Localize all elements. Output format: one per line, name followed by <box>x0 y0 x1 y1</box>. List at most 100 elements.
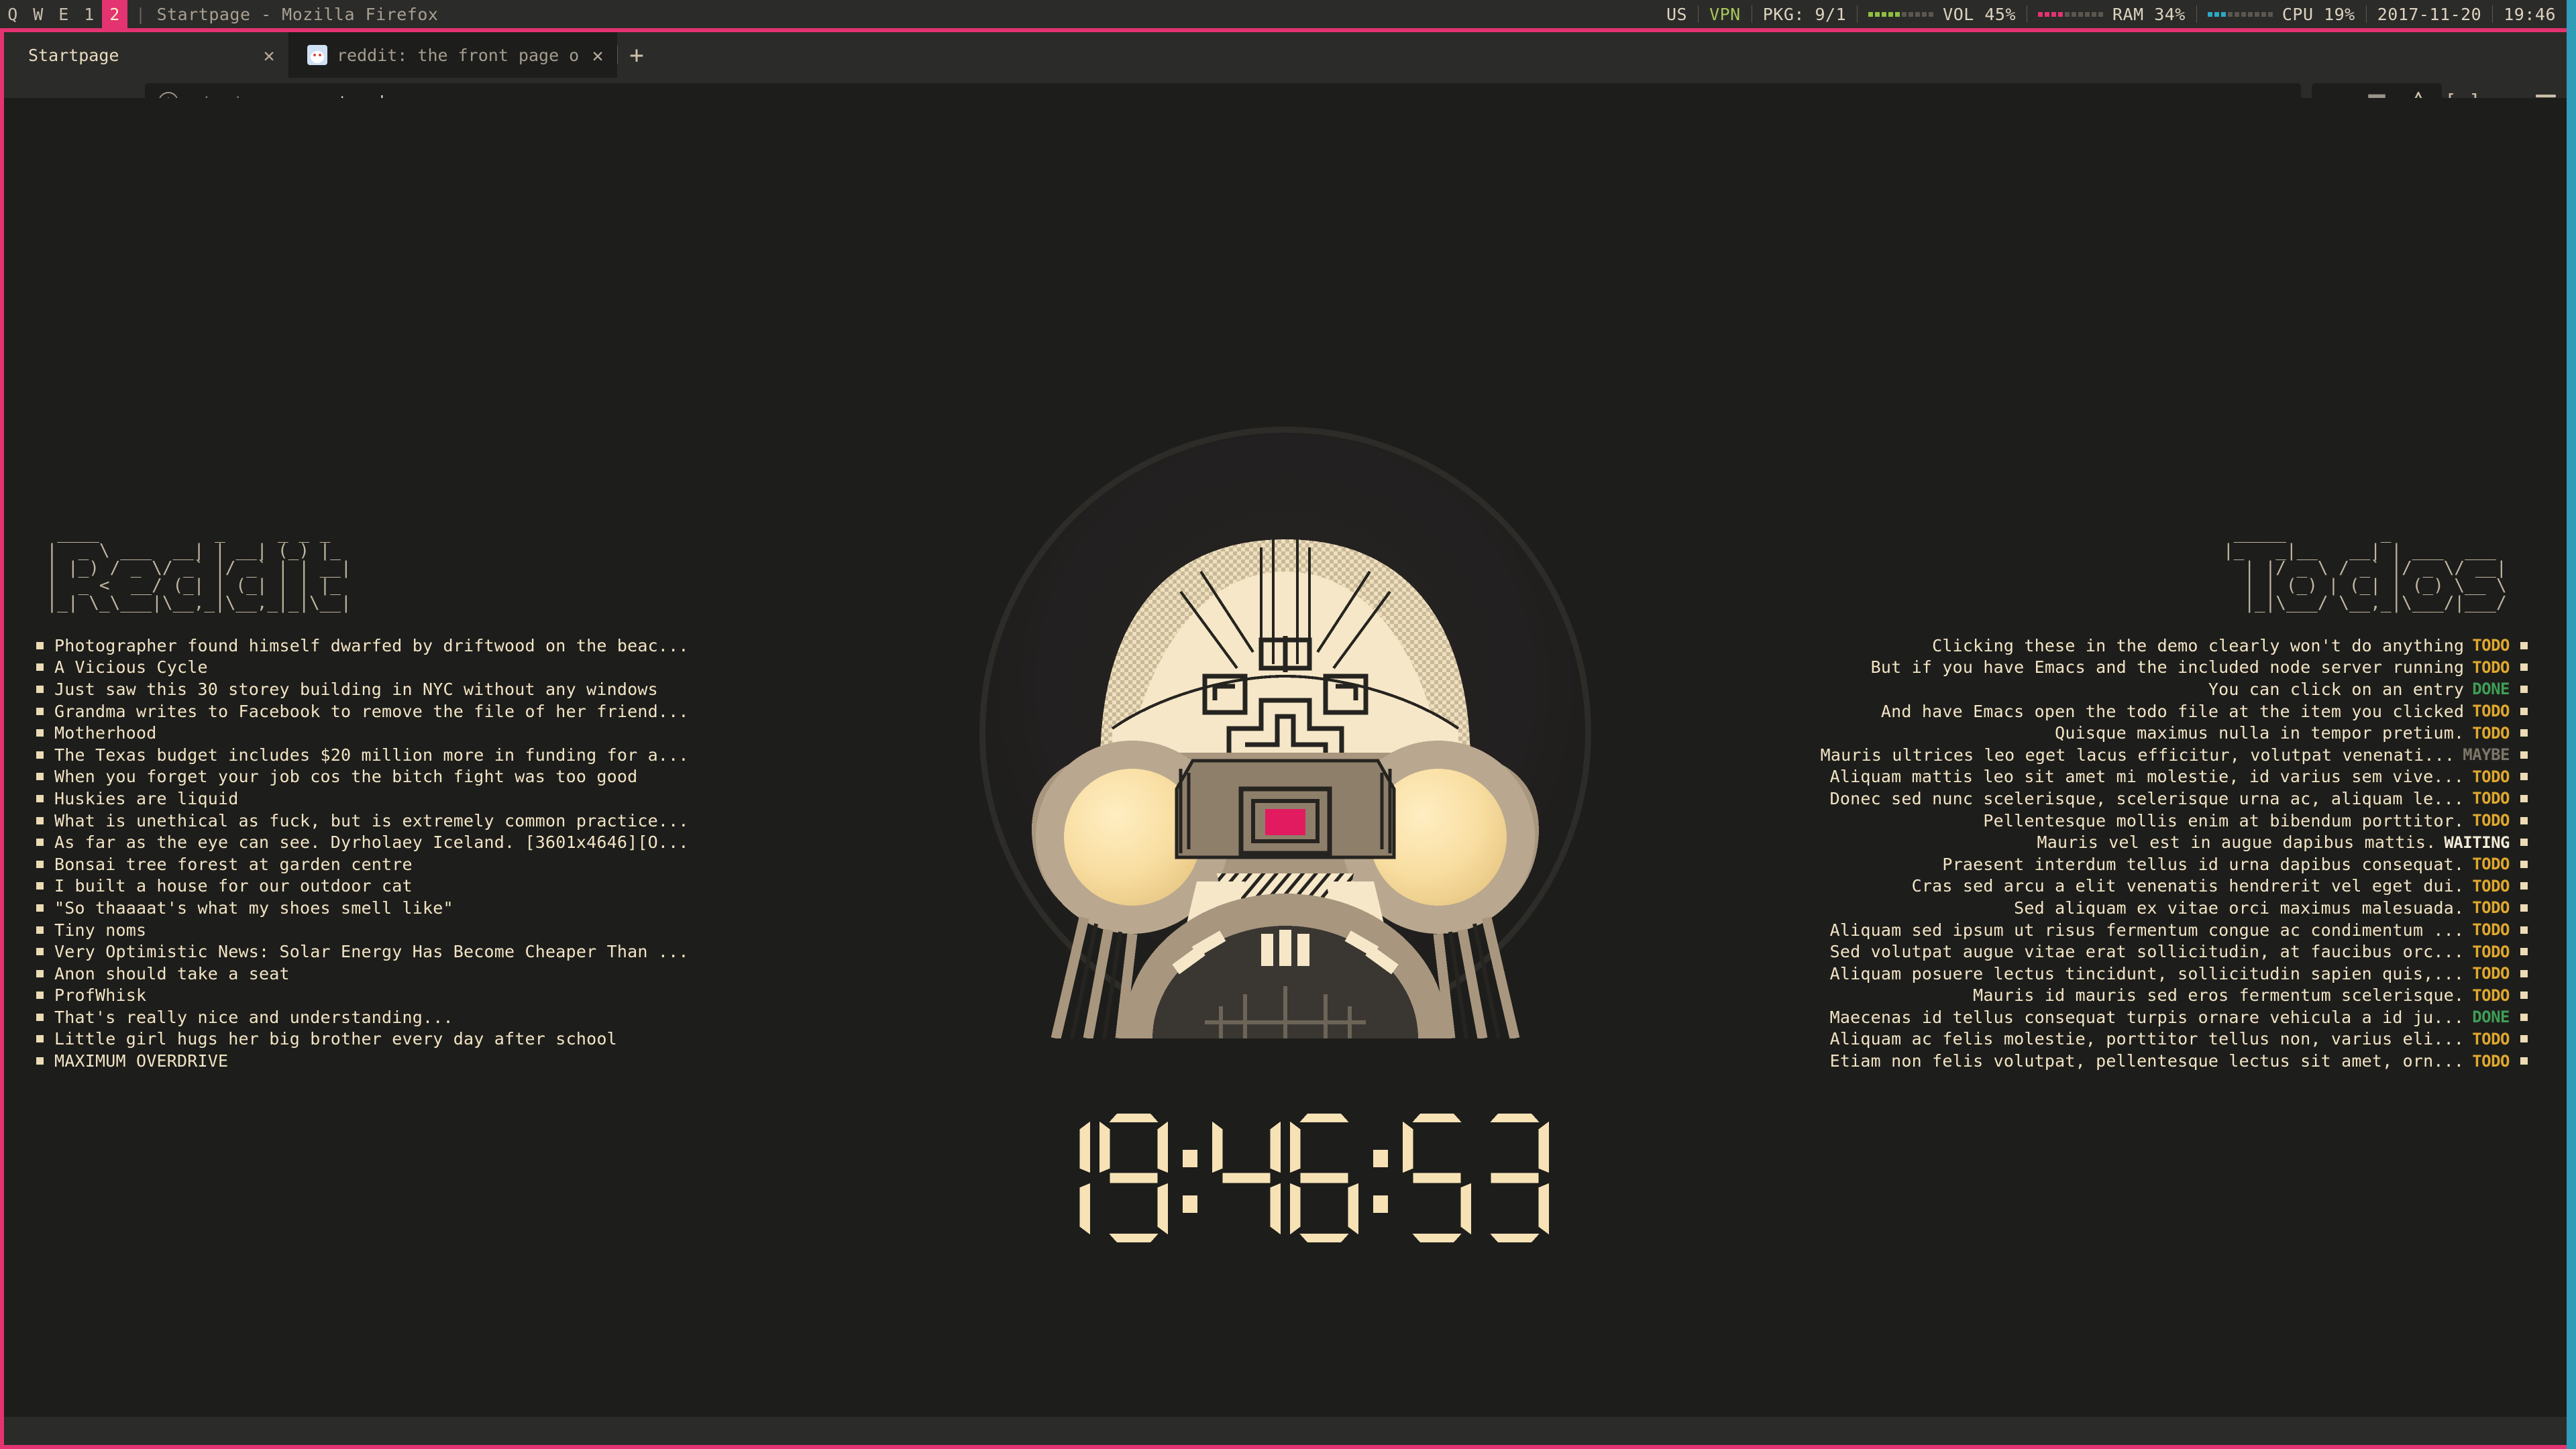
bullet-icon <box>2520 729 2528 737</box>
wm-date[interactable]: 2017-11-20 <box>2367 5 2493 24</box>
todo-list-item[interactable]: Cras sed arcu a elit venenatis hendrerit… <box>1709 875 2528 898</box>
todo-list-item[interactable]: Aliquam mattis leo sit amet mi molestie,… <box>1709 766 2528 788</box>
bullet-icon <box>2520 795 2528 802</box>
todo-list-item[interactable]: You can click on an entryDONE <box>1709 678 2528 700</box>
reddit-item-label: The Texas budget includes $20 million mo… <box>54 745 689 765</box>
todo-item-label: You can click on an entry <box>2208 680 2464 699</box>
tab-reddit[interactable]: reddit: the front page of the ✕ <box>288 32 617 78</box>
todo-list-item[interactable]: But if you have Emacs and the included n… <box>1709 657 2528 679</box>
wm-tag-w[interactable]: W <box>25 0 51 28</box>
todo-list-item[interactable]: Mauris ultrices leo eget lacus efficitur… <box>1709 744 2528 766</box>
todo-item-label: Clicking these in the demo clearly won't… <box>1932 636 2464 655</box>
wm-package-count[interactable]: PKG: 9/1 <box>1752 5 1857 24</box>
wm-tag-2-selected[interactable]: 2 <box>102 0 127 28</box>
reddit-list-item[interactable]: When you forget your job cos the bitch f… <box>36 766 761 788</box>
bullet-icon <box>36 1035 44 1042</box>
tab-startpage-label: Startpage <box>28 46 250 65</box>
reddit-list-item[interactable]: The Texas budget includes $20 million mo… <box>36 744 761 766</box>
todo-state-badge: TODO <box>2472 702 2510 720</box>
reddit-list-item[interactable]: ProfWhisk <box>36 985 761 1007</box>
todo-item-label: Cras sed arcu a elit venenatis hendrerit… <box>1912 876 2465 896</box>
todo-state-badge: WAITING <box>2444 833 2510 852</box>
todo-list-item[interactable]: Aliquam posuere lectus tincidunt, sollic… <box>1709 963 2528 985</box>
cpu-meter <box>2208 12 2273 17</box>
bullet-icon <box>2520 642 2528 649</box>
reddit-list-item[interactable]: Bonsai tree forest at garden centre <box>36 853 761 875</box>
reddit-list-item[interactable]: Huskies are liquid <box>36 788 761 810</box>
todo-list-item[interactable]: Sed volutpat augue vitae erat sollicitud… <box>1709 941 2528 963</box>
reddit-list-item[interactable]: "So thaaaat's what my shoes smell like" <box>36 897 761 919</box>
wm-tag-1[interactable]: 1 <box>76 0 102 28</box>
bullet-icon <box>2520 882 2528 890</box>
tab-startpage[interactable]: Startpage ✕ <box>9 32 288 78</box>
wm-cpu-label: CPU 19% <box>2282 5 2355 24</box>
bullet-icon <box>36 773 44 780</box>
bullet-icon <box>36 904 44 912</box>
wm-keyboard-layout[interactable]: US <box>1656 5 1698 24</box>
new-tab-button[interactable]: + <box>618 32 655 78</box>
reddit-list-item[interactable]: That's really nice and understanding... <box>36 1006 761 1028</box>
todo-item-label: Aliquam ac felis molestie, porttitor tel… <box>1830 1029 2465 1049</box>
wm-tag-q[interactable]: Q <box>0 0 25 28</box>
reddit-list-item[interactable]: I built a house for our outdoor cat <box>36 875 761 898</box>
reddit-item-label: Huskies are liquid <box>54 789 239 808</box>
todo-list-item[interactable]: Etiam non felis volutpat, pellentesque l… <box>1709 1050 2528 1072</box>
bullet-icon <box>2520 991 2528 999</box>
todo-list-item[interactable]: Aliquam sed ipsum ut risus fermentum con… <box>1709 919 2528 941</box>
todo-state-badge: TODO <box>2472 811 2510 830</box>
todo-item-label: But if you have Emacs and the included n… <box>1871 657 2465 677</box>
bullet-icon <box>36 729 44 737</box>
bullet-icon <box>36 882 44 890</box>
todo-list-item[interactable]: Mauris id mauris sed eros fermentum scel… <box>1709 985 2528 1007</box>
startpage-content: ____ _ _ _ _ | _ \ ___ __| | __| (_) |_ … <box>4 98 2567 1417</box>
todo-list-item[interactable]: And have Emacs open the todo file at the… <box>1709 700 2528 722</box>
clock-separator-1 <box>1171 1111 1210 1248</box>
reddit-list-item[interactable]: Motherhood <box>36 722 761 744</box>
reddit-list-item[interactable]: Tiny noms <box>36 919 761 941</box>
bullet-icon <box>36 642 44 649</box>
reddit-item-label: Tiny noms <box>54 920 146 940</box>
todos-ascii-title: _____ _ |_ _|__ __| | ___ ___ | |/ _ \ /… <box>2212 525 2528 612</box>
reddit-list-item[interactable]: A Vicious Cycle <box>36 657 761 679</box>
todo-list-item[interactable]: Maecenas id tellus consequat turpis orna… <box>1709 1006 2528 1028</box>
todo-item-label: Aliquam posuere lectus tincidunt, sollic… <box>1830 964 2465 983</box>
tab-startpage-close-icon[interactable]: ✕ <box>250 44 288 66</box>
todo-list-item[interactable]: Praesent interdum tellus id urna dapibus… <box>1709 853 2528 875</box>
wm-vpn-status[interactable]: VPN <box>1699 5 1752 24</box>
reddit-list-item[interactable]: Grandma writes to Facebook to remove the… <box>36 700 761 722</box>
reddit-list-item[interactable]: Little girl hugs her big brother every d… <box>36 1028 761 1051</box>
todo-list-item[interactable]: Quisque maximus nulla in tempor pretium.… <box>1709 722 2528 744</box>
bullet-icon <box>2520 817 2528 824</box>
todos-list: Clicking these in the demo clearly won't… <box>1709 635 2528 1072</box>
reddit-list-item[interactable]: As far as the eye can see. Dyrholaey Ice… <box>36 831 761 853</box>
reddit-list-item[interactable]: Anon should take a seat <box>36 963 761 985</box>
reddit-list-item[interactable]: What is unethical as fuck, but is extrem… <box>36 810 761 832</box>
wm-cpu[interactable]: CPU 19% <box>2197 5 2366 24</box>
todo-list-item[interactable]: Pellentesque mollis enim at bibendum por… <box>1709 810 2528 832</box>
todo-list-item[interactable]: Sed aliquam ex vitae orci maximus malesu… <box>1709 897 2528 919</box>
reddit-item-label: ProfWhisk <box>54 985 146 1005</box>
wm-ram[interactable]: RAM 34% <box>2027 5 2196 24</box>
clock-minutes <box>1210 1111 1361 1245</box>
todo-list-item[interactable]: Clicking these in the demo clearly won't… <box>1709 635 2528 657</box>
clock-digit <box>1478 1111 1552 1245</box>
reddit-item-label: As far as the eye can see. Dyrholaey Ice… <box>54 833 689 852</box>
reddit-list-item[interactable]: Just saw this 30 storey building in NYC … <box>36 678 761 700</box>
todo-list-item[interactable]: Donec sed nunc scelerisque, scelerisque … <box>1709 788 2528 810</box>
wm-volume[interactable]: VOL 45% <box>1858 5 2027 24</box>
bullet-icon <box>2520 926 2528 934</box>
wm-tag-e[interactable]: E <box>51 0 76 28</box>
wm-clock[interactable]: 19:46 <box>2493 5 2567 24</box>
window-right-accent-border <box>2567 0 2576 1449</box>
wm-status-bar: Q W E 1 2 | Startpage - Mozilla Firefox … <box>0 0 2576 28</box>
todo-list-item[interactable]: Aliquam ac felis molestie, porttitor tel… <box>1709 1028 2528 1051</box>
bullet-icon <box>36 686 44 693</box>
bullet-icon <box>2520 773 2528 780</box>
reddit-list-item[interactable]: Very Optimistic News: Solar Energy Has B… <box>36 941 761 963</box>
reddit-item-label: "So thaaaat's what my shoes smell like" <box>54 898 453 918</box>
tab-reddit-close-icon[interactable]: ✕ <box>578 44 617 66</box>
reddit-list-item[interactable]: Photographer found himself dwarfed by dr… <box>36 635 761 657</box>
reddit-list-item[interactable]: MAXIMUM OVERDRIVE <box>36 1050 761 1072</box>
todo-item-label: Sed volutpat augue vitae erat sollicitud… <box>1830 942 2465 961</box>
todo-list-item[interactable]: Mauris vel est in augue dapibus mattis.W… <box>1709 831 2528 853</box>
